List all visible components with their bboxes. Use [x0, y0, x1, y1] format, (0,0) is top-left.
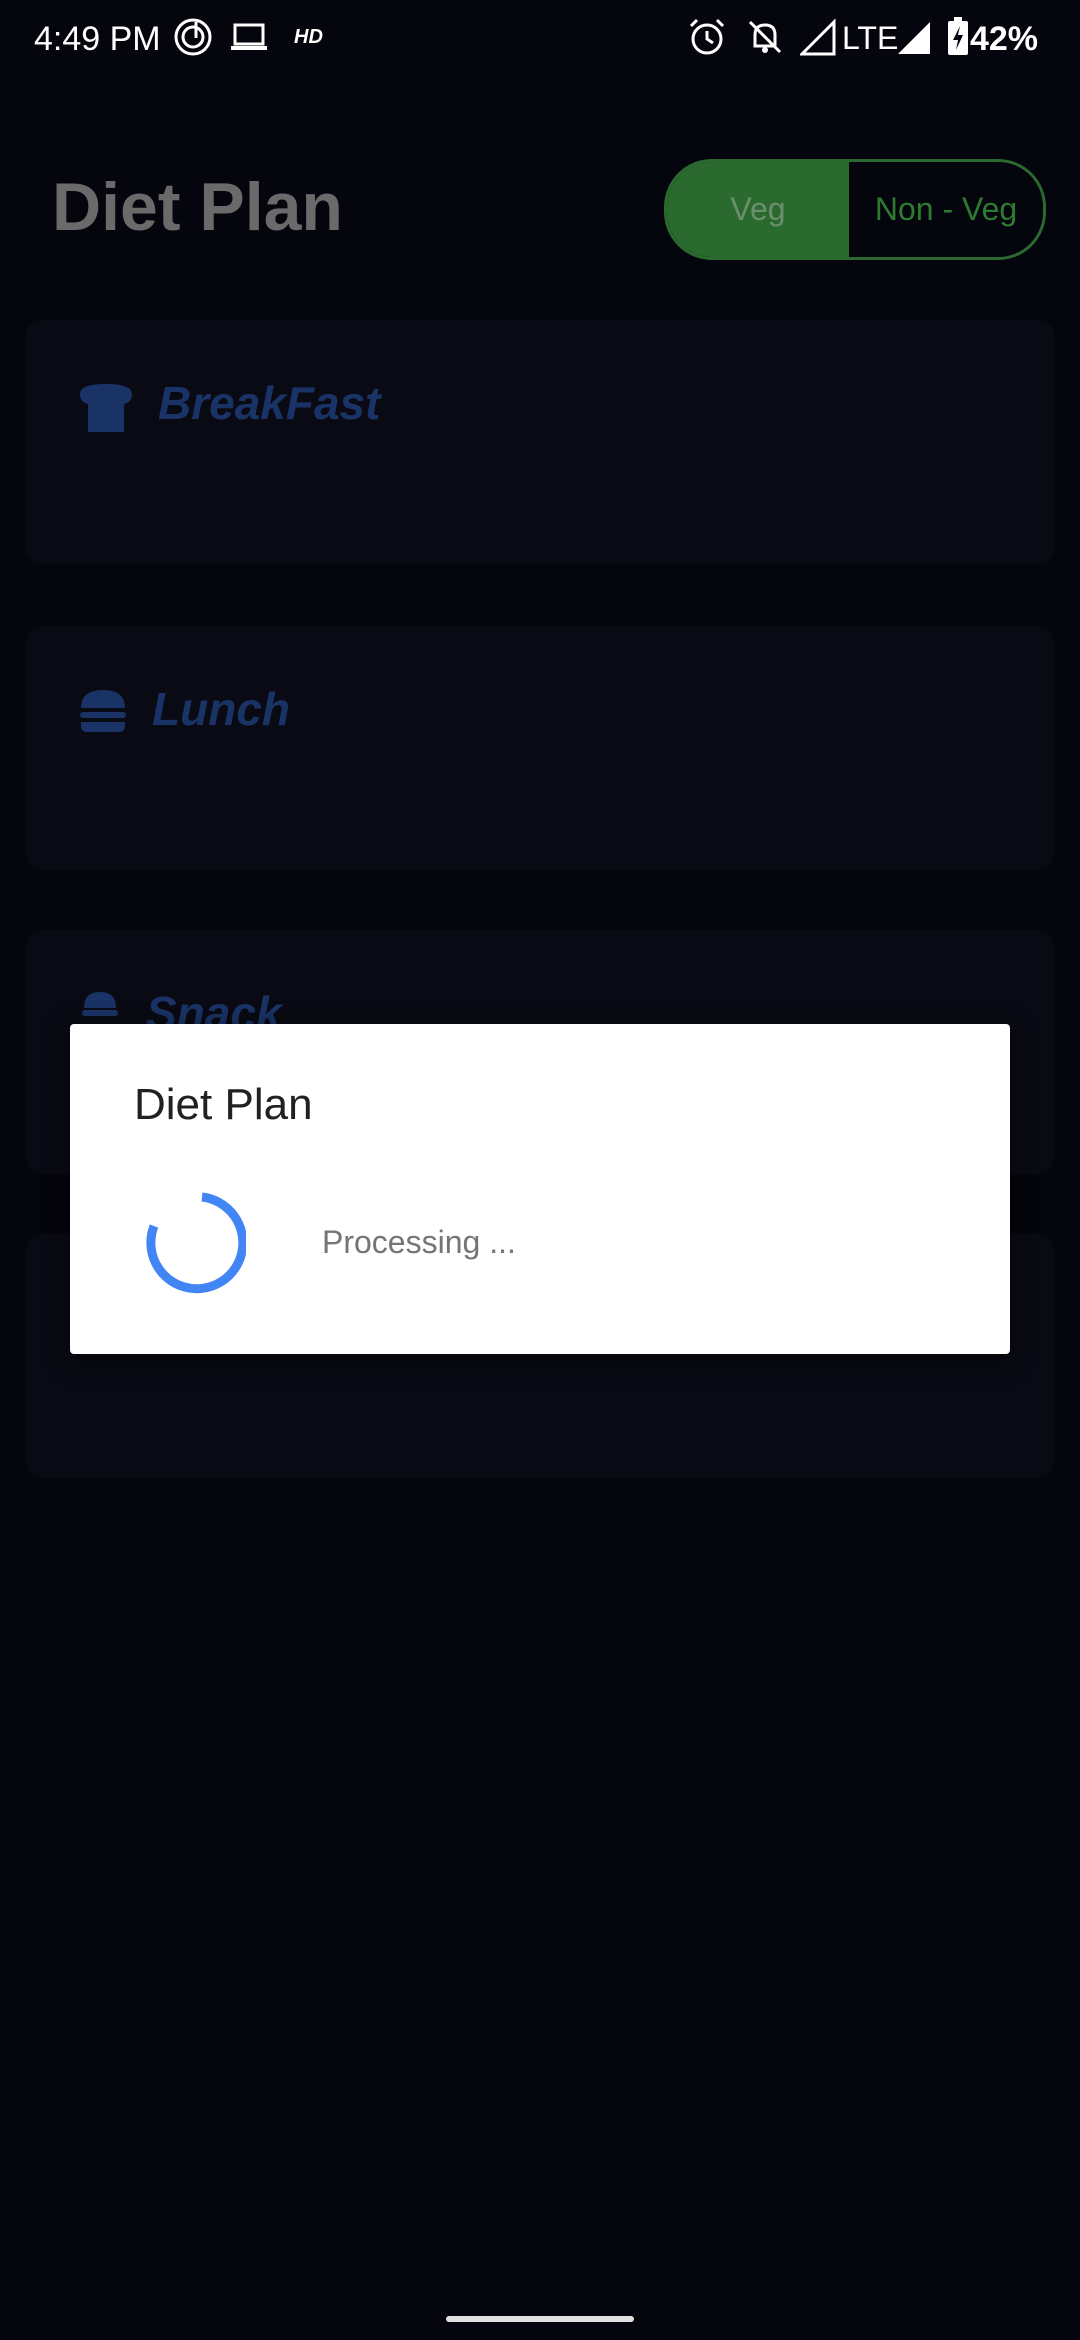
music-app-icon — [172, 16, 214, 67]
battery-charging-icon — [946, 16, 970, 67]
progress-dialog: Diet Plan Processing ... — [70, 1024, 1010, 1354]
dialog-message: Processing ... — [322, 1224, 516, 1260]
screen: 4:49 PM HD LTE 42% Diet Plan Veg Non - V… — [0, 0, 1080, 2340]
battery-percentage: 42% — [969, 20, 1038, 58]
alarm-icon — [686, 16, 728, 67]
signal-icon — [896, 16, 934, 67]
status-time: 4:49 PM — [34, 20, 161, 58]
dialog-title: Diet Plan — [134, 1080, 313, 1129]
home-indicator[interactable] — [446, 2316, 634, 2322]
loading-spinner-icon — [142, 1190, 248, 1294]
signal-icon — [798, 16, 838, 67]
laptop-icon — [228, 16, 270, 67]
network-type: LTE — [842, 20, 899, 56]
hd-icon: HD — [294, 26, 323, 48]
status-bar: 4:49 PM HD LTE 42% — [0, 0, 1080, 80]
bell-off-icon — [744, 16, 786, 67]
